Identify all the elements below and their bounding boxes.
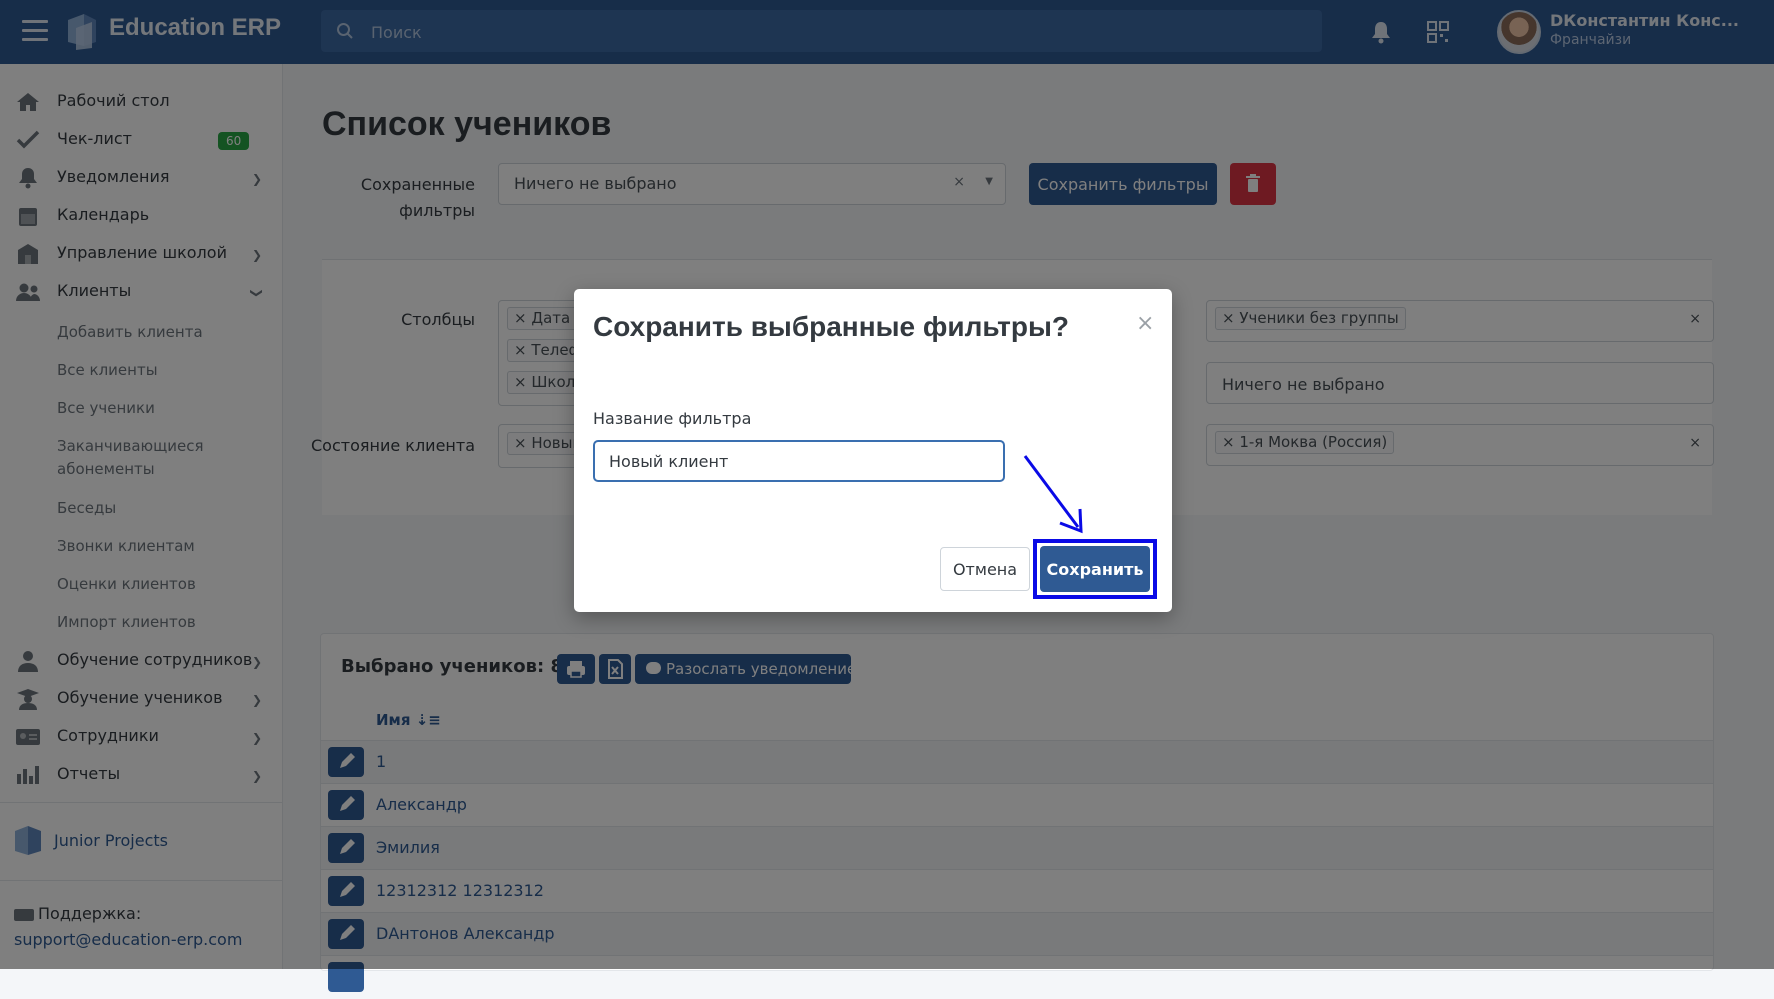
cancel-button[interactable]: Отмена — [940, 547, 1030, 591]
modal-title: Сохранить выбранные фильтры? — [593, 311, 1069, 342]
close-icon[interactable]: × — [1136, 311, 1154, 336]
save-button[interactable]: Сохранить — [1040, 546, 1150, 592]
filter-name-label: Название фильтра — [593, 409, 752, 428]
save-filters-modal: Сохранить выбранные фильтры? × Название … — [574, 289, 1172, 612]
filter-name-input[interactable] — [593, 440, 1005, 482]
